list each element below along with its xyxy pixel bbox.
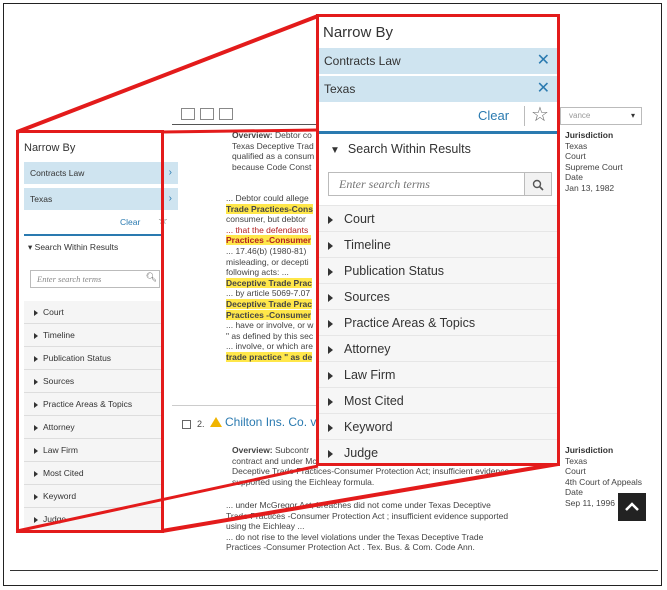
- result2-title-link[interactable]: Chilton Ins. Co. v.: [225, 415, 320, 429]
- meta-label: Jurisdiction: [565, 130, 614, 140]
- snippet: ... by article 5069-7.07: [226, 288, 311, 299]
- snippet: Practices -Consumer: [226, 309, 312, 320]
- meta-label: Date: [565, 487, 583, 498]
- snippet: ... involve, or which are: [226, 341, 313, 352]
- result-divider: [172, 405, 320, 406]
- meta-label: Jurisdiction: [565, 445, 614, 455]
- overview-label: Overview:: [232, 445, 273, 455]
- snippet: ... 17.46(b) (1980-81): [226, 245, 307, 256]
- highlight-box-small: [16, 130, 164, 533]
- sort-dropdown[interactable]: vance ▾: [560, 107, 642, 125]
- snippet: " as defined by this sec: [226, 330, 314, 341]
- chevron-right-icon[interactable]: ›: [169, 162, 172, 184]
- overview-line: because Code Const: [232, 161, 312, 172]
- snippet: Deceptive Trade Prac: [226, 298, 312, 309]
- result2-snippets: ... under McGregor Act; breaches did not…: [226, 500, 556, 553]
- meta-label: Date: [565, 172, 583, 183]
- overview-line: Debtor co: [275, 130, 312, 140]
- highlight-box-zoom: [316, 14, 560, 466]
- sort-dropdown-label: vance: [569, 111, 591, 120]
- meta-label: Court: [565, 466, 586, 477]
- page-bottom-rule: [10, 570, 658, 571]
- meta-label: Court: [565, 151, 586, 162]
- result2-number: 2.: [197, 419, 205, 429]
- meta-value: Texas: [565, 455, 588, 466]
- overview-line: Subcontr: [275, 445, 310, 455]
- snippet: following acts: ...: [226, 267, 289, 278]
- chevron-right-icon[interactable]: ›: [169, 188, 172, 210]
- overview-line: Texas Deceptive Trad: [232, 140, 314, 151]
- chevron-down-icon: ▾: [630, 111, 635, 120]
- meta-value: Supreme Court: [565, 161, 623, 172]
- snippet: ... that the defendants: [226, 224, 309, 235]
- meta-value: Texas: [565, 140, 588, 151]
- result2-checkbox[interactable]: [182, 420, 191, 429]
- snippet: Trade Practices-Cons: [226, 203, 313, 214]
- warning-flag-icon: [210, 417, 222, 427]
- toolbar-button-2[interactable]: [200, 108, 214, 120]
- snippet: ... have or involve, or w: [226, 320, 314, 331]
- meta-value: Sep 11, 1996: [565, 497, 615, 508]
- overview-line: qualified as a consum: [232, 151, 315, 162]
- meta-value: Jan 13, 1982: [565, 182, 615, 193]
- snippet: misleading, or decepti: [226, 256, 309, 267]
- snippet: ... do not rise to the level violations …: [226, 531, 484, 542]
- chevron-up-icon: [625, 502, 639, 511]
- snippet: ... Debtor could allege: [226, 193, 309, 203]
- snippet: Practices -Consumer Protection Act . Tex…: [226, 542, 475, 553]
- overview-line: supported using the Eichleay formula.: [232, 476, 375, 487]
- meta-value: 4th Court of Appeals: [565, 476, 643, 487]
- toolbar-divider: [172, 124, 320, 125]
- overview-line: Deceptive Trade Practices-Consumer Prote…: [232, 466, 510, 477]
- snippet: consumer, but debtor: [226, 214, 306, 225]
- toolbar-button-1[interactable]: [181, 108, 195, 120]
- scroll-to-top-button[interactable]: [618, 493, 646, 521]
- result1-meta: Jurisdiction Texas Court Supreme Court D…: [565, 130, 623, 194]
- snippet: ... under McGregor Act; breaches did not…: [226, 500, 491, 510]
- snippet: Deceptive Trade Prac: [226, 277, 312, 288]
- overview-label: Overview:: [232, 130, 273, 140]
- snippet: Practices -Consumer: [226, 235, 312, 246]
- snippet: Trade Practices -Consumer Protection Act…: [226, 510, 509, 521]
- snippet: trade practice " as de: [226, 351, 313, 362]
- toolbar-button-3[interactable]: [219, 108, 233, 120]
- result1-overview: Overview: Debtor co Texas Deceptive Trad…: [232, 130, 318, 172]
- result1-snippets: ... Debtor could allege Trade Practices-…: [226, 193, 318, 363]
- snippet: using the Eichleay ...: [226, 521, 305, 532]
